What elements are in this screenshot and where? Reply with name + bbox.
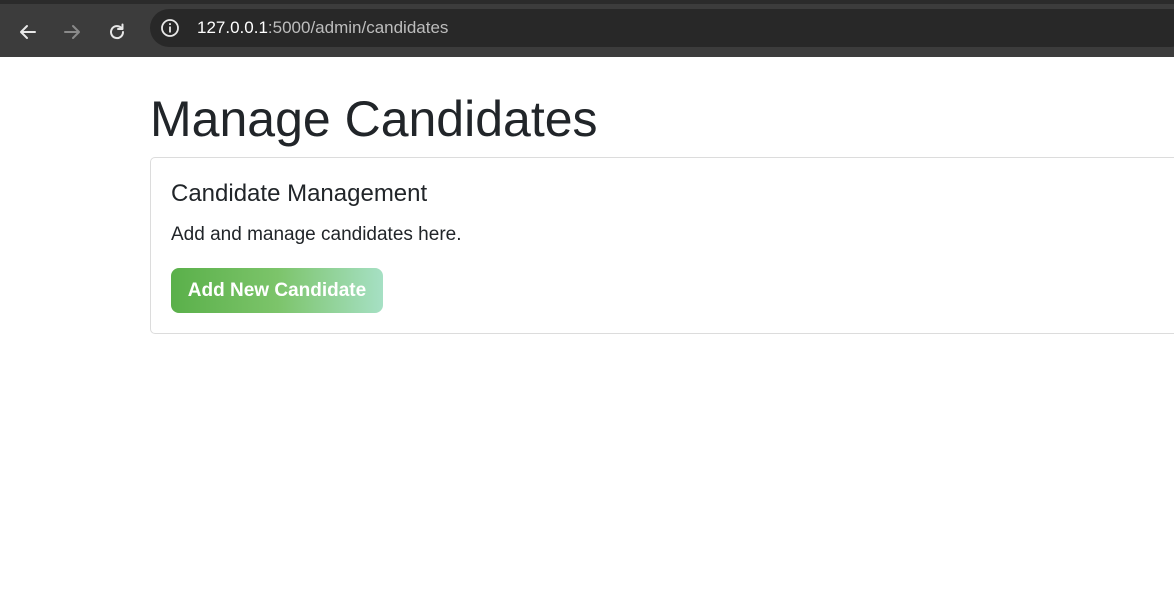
url-text[interactable]: 127.0.0.1:5000/admin/candidates xyxy=(197,17,448,39)
candidate-management-card: Candidate Management Add and manage cand… xyxy=(150,157,1174,334)
browser-toolbar: 127.0.0.1:5000/admin/candidates xyxy=(0,0,1174,57)
forward-arrow-icon xyxy=(62,22,82,42)
url-path: :5000/admin/candidates xyxy=(267,18,449,37)
card-title: Candidate Management xyxy=(171,180,428,207)
back-button[interactable] xyxy=(11,15,45,49)
info-icon[interactable] xyxy=(160,18,180,38)
card-description: Add and manage candidates here. xyxy=(171,224,462,245)
add-new-candidate-button[interactable]: Add New Candidate xyxy=(171,268,383,313)
back-arrow-icon xyxy=(18,22,38,42)
reload-icon xyxy=(107,22,127,42)
page-title: Manage Candidates xyxy=(150,91,598,147)
reload-button[interactable] xyxy=(100,15,134,49)
url-host: 127.0.0.1 xyxy=(197,18,268,37)
forward-button[interactable] xyxy=(55,15,89,49)
